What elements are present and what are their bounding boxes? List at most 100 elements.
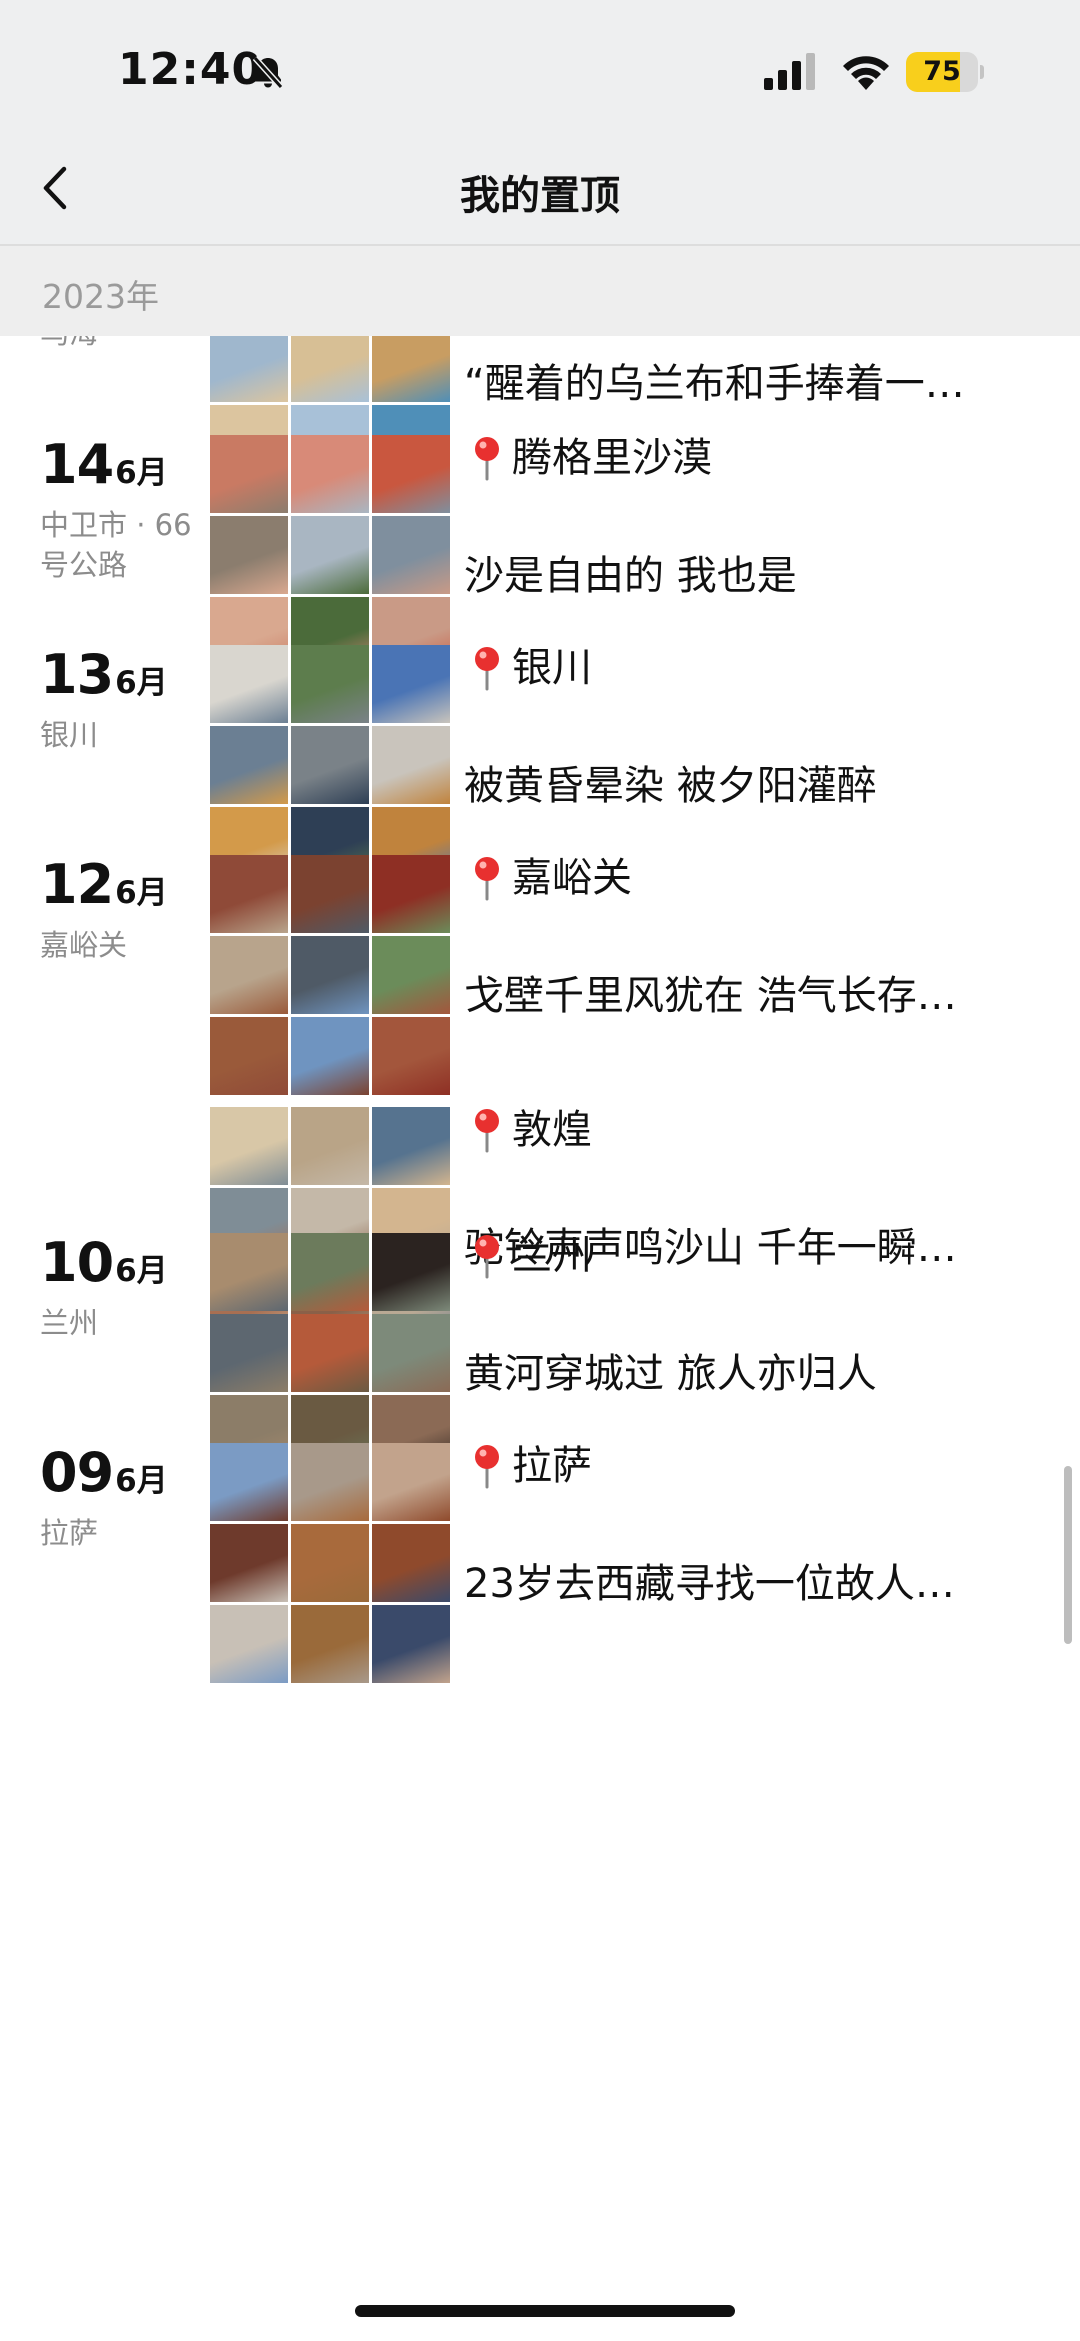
home-indicator[interactable] bbox=[355, 2305, 735, 2317]
place-label: 嘉峪关 bbox=[40, 928, 128, 962]
place-label: 兰州 bbox=[40, 1306, 99, 1340]
date-label: 146月 bbox=[40, 433, 168, 496]
photo-thumbnail[interactable] bbox=[210, 936, 288, 1014]
photo-thumbnail[interactable] bbox=[291, 1017, 369, 1095]
day-number: 10 bbox=[40, 1231, 114, 1294]
month-label: 6月 bbox=[115, 875, 168, 911]
photo-thumbnail[interactable] bbox=[372, 435, 450, 513]
photo-thumbnail[interactable] bbox=[372, 1524, 450, 1602]
photo-thumbnail[interactable] bbox=[210, 1233, 288, 1311]
location-tag[interactable]: 拉萨 bbox=[472, 1443, 592, 1493]
location-tag[interactable]: 兰州 bbox=[472, 1233, 592, 1283]
photo-grid[interactable] bbox=[210, 645, 450, 885]
silent-bell-icon bbox=[252, 55, 284, 90]
pinned-post[interactable]: 腾格里沙漠沙是自由的 我也是 bbox=[210, 435, 1060, 675]
photo-thumbnail[interactable] bbox=[372, 855, 450, 933]
pinned-post[interactable]: 嘉峪关戈壁千里风犹在 浩气长存… bbox=[210, 855, 1060, 1095]
photo-grid[interactable] bbox=[210, 1443, 450, 1683]
photo-thumbnail[interactable] bbox=[291, 645, 369, 723]
location-tag[interactable]: 敦煌 bbox=[472, 1107, 592, 1157]
cellular-signal-icon bbox=[764, 53, 815, 90]
pinned-post[interactable]: 银川 被黄昏晕染 被夕阳灌醉 bbox=[210, 645, 1060, 885]
photo-thumbnail[interactable] bbox=[372, 1605, 450, 1683]
photo-thumbnail[interactable] bbox=[291, 435, 369, 513]
month-label: 6月 bbox=[115, 455, 168, 491]
location-pin-icon bbox=[472, 435, 502, 481]
photo-thumbnail[interactable] bbox=[210, 726, 288, 804]
photo-thumbnail[interactable] bbox=[372, 1017, 450, 1095]
photo-thumbnail[interactable] bbox=[291, 936, 369, 1014]
year-label: 2023年 bbox=[42, 277, 159, 316]
photo-thumbnail[interactable] bbox=[291, 336, 369, 402]
post-caption: 黄河穿城过 旅人亦归人 bbox=[464, 1351, 877, 1397]
location-tag[interactable]: 银川 bbox=[472, 645, 592, 695]
status-bar: 12:40 75 bbox=[0, 0, 1080, 135]
location-name: 银川 bbox=[512, 645, 592, 691]
photo-thumbnail[interactable] bbox=[291, 1524, 369, 1602]
photo-thumbnail[interactable] bbox=[372, 1443, 450, 1521]
post-caption: 沙是自由的 我也是 bbox=[464, 553, 797, 599]
photo-thumbnail[interactable] bbox=[210, 435, 288, 513]
battery-icon: 75 bbox=[906, 52, 978, 92]
pinned-post[interactable]: 拉萨 23岁去西藏寻找一位故人… bbox=[210, 1443, 1060, 1683]
month-label: 6月 bbox=[115, 665, 168, 701]
place-label: 中卫市 · 66号公路 bbox=[40, 508, 192, 582]
photo-thumbnail[interactable] bbox=[210, 516, 288, 594]
photo-thumbnail[interactable] bbox=[210, 1017, 288, 1095]
location-name: 腾格里沙漠 bbox=[512, 435, 712, 481]
place-label: 拉萨 bbox=[40, 1516, 99, 1550]
photo-grid[interactable] bbox=[210, 435, 450, 675]
photo-thumbnail[interactable] bbox=[372, 936, 450, 1014]
pinned-posts-list[interactable]: 156月乌海乌海“醒着的乌兰布和手捧着一…146月中卫市 · 66号公路腾格里沙… bbox=[0, 336, 1080, 2341]
photo-grid[interactable] bbox=[210, 855, 450, 1095]
location-pin-icon bbox=[472, 1443, 502, 1489]
photo-thumbnail[interactable] bbox=[291, 726, 369, 804]
day-number: 09 bbox=[40, 1441, 114, 1504]
location-pin-icon bbox=[472, 855, 502, 901]
battery-indicator: 75 bbox=[906, 52, 984, 92]
location-name: 敦煌 bbox=[512, 1107, 592, 1153]
photo-thumbnail[interactable] bbox=[210, 645, 288, 723]
scrollbar[interactable] bbox=[1064, 1466, 1072, 1644]
photo-thumbnail[interactable] bbox=[210, 1605, 288, 1683]
photo-thumbnail[interactable] bbox=[291, 516, 369, 594]
photo-thumbnail[interactable] bbox=[291, 1443, 369, 1521]
photo-thumbnail[interactable] bbox=[372, 1314, 450, 1392]
post-caption: 戈壁千里风犹在 浩气长存… bbox=[464, 973, 957, 1019]
photo-thumbnail[interactable] bbox=[372, 1107, 450, 1185]
location-pin-icon bbox=[472, 1233, 502, 1279]
photo-thumbnail[interactable] bbox=[291, 1605, 369, 1683]
wifi-icon bbox=[843, 56, 889, 90]
location-name: 嘉峪关 bbox=[512, 855, 632, 901]
photo-thumbnail[interactable] bbox=[291, 855, 369, 933]
photo-thumbnail[interactable] bbox=[210, 1524, 288, 1602]
location-tag[interactable]: 嘉峪关 bbox=[472, 855, 632, 905]
battery-tip bbox=[980, 65, 984, 79]
photo-thumbnail[interactable] bbox=[210, 1443, 288, 1521]
photo-thumbnail[interactable] bbox=[210, 336, 288, 402]
photo-thumbnail[interactable] bbox=[372, 645, 450, 723]
place-label: 乌海 bbox=[40, 336, 200, 353]
photo-thumbnail[interactable] bbox=[210, 1107, 288, 1185]
photo-thumbnail[interactable] bbox=[291, 1233, 369, 1311]
year-header: 2023年 bbox=[0, 246, 1080, 336]
photo-grid[interactable] bbox=[210, 1233, 450, 1473]
photo-thumbnail[interactable] bbox=[372, 336, 450, 402]
photo-thumbnail[interactable] bbox=[291, 1107, 369, 1185]
location-name: 拉萨 bbox=[512, 1443, 592, 1489]
month-label: 6月 bbox=[115, 1253, 168, 1289]
page-title: 我的置顶 bbox=[460, 173, 620, 219]
day-number: 13 bbox=[40, 643, 114, 706]
top-bar: 12:40 75 我的置顶 bbox=[0, 0, 1080, 246]
photo-thumbnail[interactable] bbox=[210, 1314, 288, 1392]
location-tag[interactable]: 腾格里沙漠 bbox=[472, 435, 712, 485]
photo-thumbnail[interactable] bbox=[372, 726, 450, 804]
photo-thumbnail[interactable] bbox=[291, 1314, 369, 1392]
photo-thumbnail[interactable] bbox=[210, 855, 288, 933]
post-caption: “醒着的乌兰布和手捧着一… bbox=[464, 361, 965, 407]
post-caption: 23岁去西藏寻找一位故人… bbox=[464, 1561, 955, 1607]
battery-percent: 75 bbox=[923, 56, 961, 87]
photo-thumbnail[interactable] bbox=[372, 516, 450, 594]
photo-thumbnail[interactable] bbox=[372, 1233, 450, 1311]
pinned-post[interactable]: 兰州黄河穿城过 旅人亦归人 bbox=[210, 1233, 1060, 1473]
